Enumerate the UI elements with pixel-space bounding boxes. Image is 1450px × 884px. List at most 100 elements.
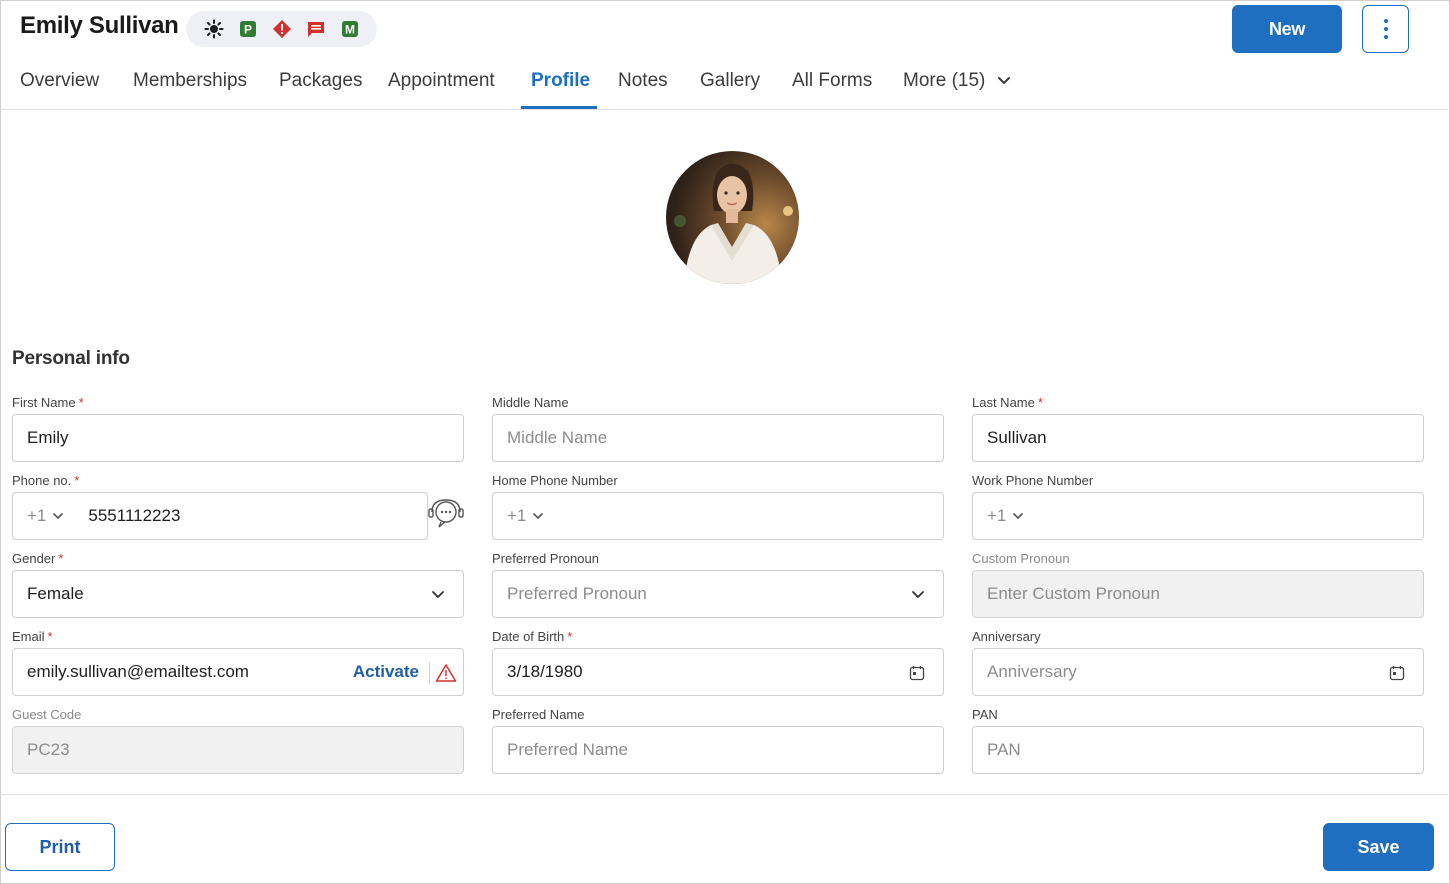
- country-code-value: +1: [987, 506, 1007, 525]
- activate-email-link[interactable]: Activate: [353, 662, 419, 682]
- kebab-icon[interactable]: [1362, 5, 1409, 53]
- email-label: Email *: [12, 629, 53, 644]
- required-marker: *: [1037, 395, 1043, 410]
- guest-code-field: PC23: [12, 726, 464, 774]
- warning-icon[interactable]: [435, 663, 457, 683]
- required-marker: *: [47, 629, 53, 644]
- middle-name-placeholder: Middle Name: [507, 428, 608, 447]
- guest-status-badges: P M: [186, 11, 377, 47]
- middle-name-label: Middle Name: [492, 395, 569, 410]
- tab-more-label: More (15): [903, 70, 986, 91]
- required-marker: *: [567, 629, 573, 644]
- first-name-value: Emily: [27, 428, 69, 447]
- gender-label: Gender *: [12, 551, 63, 566]
- dob-label-text: Date of Birth: [492, 629, 565, 644]
- phone-value: 5551112223: [88, 506, 181, 525]
- home-phone-field[interactable]: +1: [492, 492, 944, 540]
- last-name-label: Last Name *: [972, 395, 1043, 410]
- tab-gallery[interactable]: Gallery: [700, 70, 760, 92]
- gender-select[interactable]: Female: [12, 570, 464, 618]
- chevron-down-icon: [53, 513, 64, 520]
- required-marker: *: [74, 473, 80, 488]
- profile-tabs: Overview Memberships Packages Appointmen…: [0, 56, 1448, 110]
- chevron-down-icon: [533, 513, 544, 520]
- p-badge-icon[interactable]: P: [238, 19, 258, 39]
- gender-label-text: Gender: [12, 551, 56, 566]
- country-code-select[interactable]: +1: [27, 506, 64, 526]
- pan-label: PAN: [972, 707, 998, 722]
- custom-pronoun-label: Custom Pronoun: [972, 551, 1070, 566]
- print-button[interactable]: Print: [5, 823, 115, 871]
- country-code-select[interactable]: +1: [507, 506, 544, 526]
- tab-memberships[interactable]: Memberships: [133, 70, 247, 92]
- preferred-name-field[interactable]: Preferred Name: [492, 726, 944, 774]
- support-chat-icon[interactable]: [427, 498, 465, 535]
- gender-value: Female: [27, 584, 84, 603]
- anniversary-label: Anniversary: [972, 629, 1041, 644]
- custom-pronoun-field: Enter Custom Pronoun: [972, 570, 1424, 618]
- guest-name-title: Emily Sullivan: [20, 12, 179, 39]
- sun-icon[interactable]: [204, 19, 224, 39]
- avatar[interactable]: [666, 151, 799, 284]
- preferred-name-placeholder: Preferred Name: [507, 740, 628, 759]
- required-marker: *: [78, 395, 84, 410]
- message-icon[interactable]: [306, 19, 326, 39]
- section-title: Personal info: [12, 348, 130, 369]
- email-field[interactable]: emily.sullivan@emailtest.com Activate: [12, 648, 464, 696]
- guest-code-value: PC23: [27, 740, 70, 759]
- last-name-value: Sullivan: [987, 428, 1047, 447]
- phone-field[interactable]: +1 5551112223: [12, 492, 428, 540]
- anniversary-placeholder: Anniversary: [987, 662, 1077, 681]
- pan-placeholder: PAN: [987, 740, 1021, 759]
- first-name-label-text: First Name: [12, 395, 76, 410]
- work-phone-label: Work Phone Number: [972, 473, 1094, 488]
- tab-profile[interactable]: Profile: [531, 70, 590, 92]
- m-badge-icon[interactable]: M: [340, 19, 360, 39]
- dob-label: Date of Birth *: [492, 629, 572, 644]
- middle-name-field[interactable]: Middle Name: [492, 414, 944, 462]
- tab-appointment[interactable]: Appointment: [388, 70, 495, 92]
- p-badge-letter: P: [244, 23, 252, 37]
- alert-icon[interactable]: [272, 19, 292, 39]
- country-code-value: +1: [507, 506, 527, 525]
- email-label-text: Email: [12, 629, 45, 644]
- divider: [429, 662, 430, 684]
- phone-label: Phone no. *: [12, 473, 79, 488]
- preferred-pronoun-select[interactable]: Preferred Pronoun: [492, 570, 944, 618]
- chevron-down-icon: [912, 591, 924, 599]
- country-code-value: +1: [27, 506, 47, 525]
- tab-all-forms[interactable]: All Forms: [792, 70, 872, 92]
- active-tab-indicator: [521, 106, 597, 109]
- calendar-icon[interactable]: [1389, 665, 1405, 681]
- preferred-pronoun-label: Preferred Pronoun: [492, 551, 599, 566]
- new-button[interactable]: New: [1232, 5, 1342, 53]
- footer-divider: [0, 794, 1448, 795]
- pan-field[interactable]: PAN: [972, 726, 1424, 774]
- first-name-label: First Name *: [12, 395, 84, 410]
- tab-more[interactable]: More (15): [903, 70, 1011, 92]
- chevron-down-icon: [1013, 513, 1024, 520]
- calendar-icon[interactable]: [909, 665, 925, 681]
- chevron-down-icon: [997, 76, 1010, 84]
- chevron-down-icon: [432, 591, 444, 599]
- guest-code-label: Guest Code: [12, 707, 82, 722]
- custom-pronoun-placeholder: Enter Custom Pronoun: [987, 584, 1160, 603]
- country-code-select[interactable]: +1: [987, 506, 1024, 526]
- save-button[interactable]: Save: [1323, 823, 1434, 871]
- tab-packages[interactable]: Packages: [279, 70, 362, 92]
- last-name-field[interactable]: Sullivan: [972, 414, 1424, 462]
- last-name-label-text: Last Name: [972, 395, 1035, 410]
- first-name-field[interactable]: Emily: [12, 414, 464, 462]
- dob-value: 3/18/1980: [507, 662, 583, 681]
- anniversary-field[interactable]: Anniversary: [972, 648, 1424, 696]
- tab-notes[interactable]: Notes: [618, 70, 668, 92]
- work-phone-field[interactable]: +1: [972, 492, 1424, 540]
- preferred-name-label: Preferred Name: [492, 707, 585, 722]
- dob-field[interactable]: 3/18/1980: [492, 648, 944, 696]
- home-phone-label: Home Phone Number: [492, 473, 618, 488]
- tab-overview[interactable]: Overview: [20, 70, 99, 92]
- required-marker: *: [58, 551, 64, 566]
- phone-label-text: Phone no.: [12, 473, 72, 488]
- m-badge-letter: M: [345, 23, 355, 37]
- email-value: emily.sullivan@emailtest.com: [27, 662, 249, 681]
